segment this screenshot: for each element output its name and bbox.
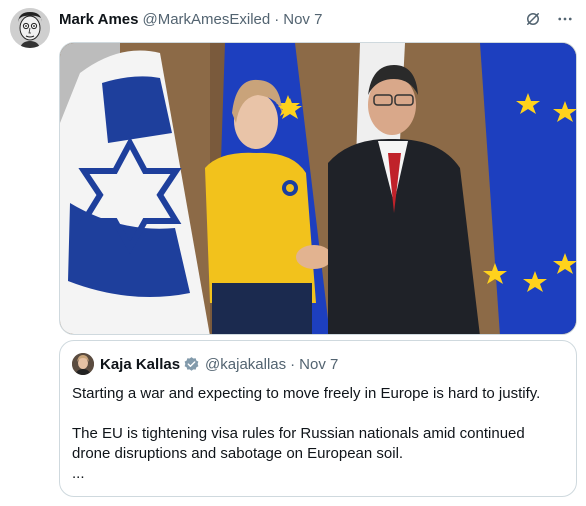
quoted-header-separator: · (290, 355, 296, 373)
tweet-header: Mark Ames @MarkAmesExiled · Nov 7 (59, 9, 322, 29)
quoted-text-line-1: Starting a war and expecting to move fre… (72, 385, 541, 402)
header-separator: · (274, 10, 280, 28)
portrait-avatar-icon (72, 353, 94, 375)
verified-badge-icon (184, 356, 199, 371)
more-dots-icon[interactable] (556, 10, 574, 28)
tweet-date[interactable]: Nov 7 (283, 11, 322, 28)
quoted-author-avatar[interactable] (72, 353, 94, 375)
quoted-tweet-date[interactable]: Nov 7 (299, 356, 338, 373)
tweet-actions-top (524, 10, 574, 28)
author-name[interactable]: Mark Ames (59, 11, 138, 28)
grok-icon[interactable] (524, 10, 542, 28)
quoted-text-ellipsis: ... (72, 465, 85, 482)
cartoon-face-avatar-icon (10, 8, 50, 48)
quoted-author-handle[interactable]: @kajakallas (205, 356, 286, 373)
photo-icon (60, 43, 576, 334)
author-handle[interactable]: @MarkAmesExiled (142, 11, 270, 28)
quoted-tweet[interactable]: Kaja Kallas @kajakallas · Nov 7 Starting… (59, 340, 577, 497)
quoted-text-line-2: The EU is tightening visa rules for Russ… (72, 425, 525, 462)
quoted-tweet-header: Kaja Kallas @kajakallas · Nov 7 (72, 353, 338, 375)
quoted-tweet-text: Starting a war and expecting to move fre… (72, 384, 566, 484)
author-avatar[interactable] (10, 8, 50, 48)
tweet-photo[interactable] (59, 42, 577, 335)
quoted-author-name[interactable]: Kaja Kallas (100, 356, 180, 373)
